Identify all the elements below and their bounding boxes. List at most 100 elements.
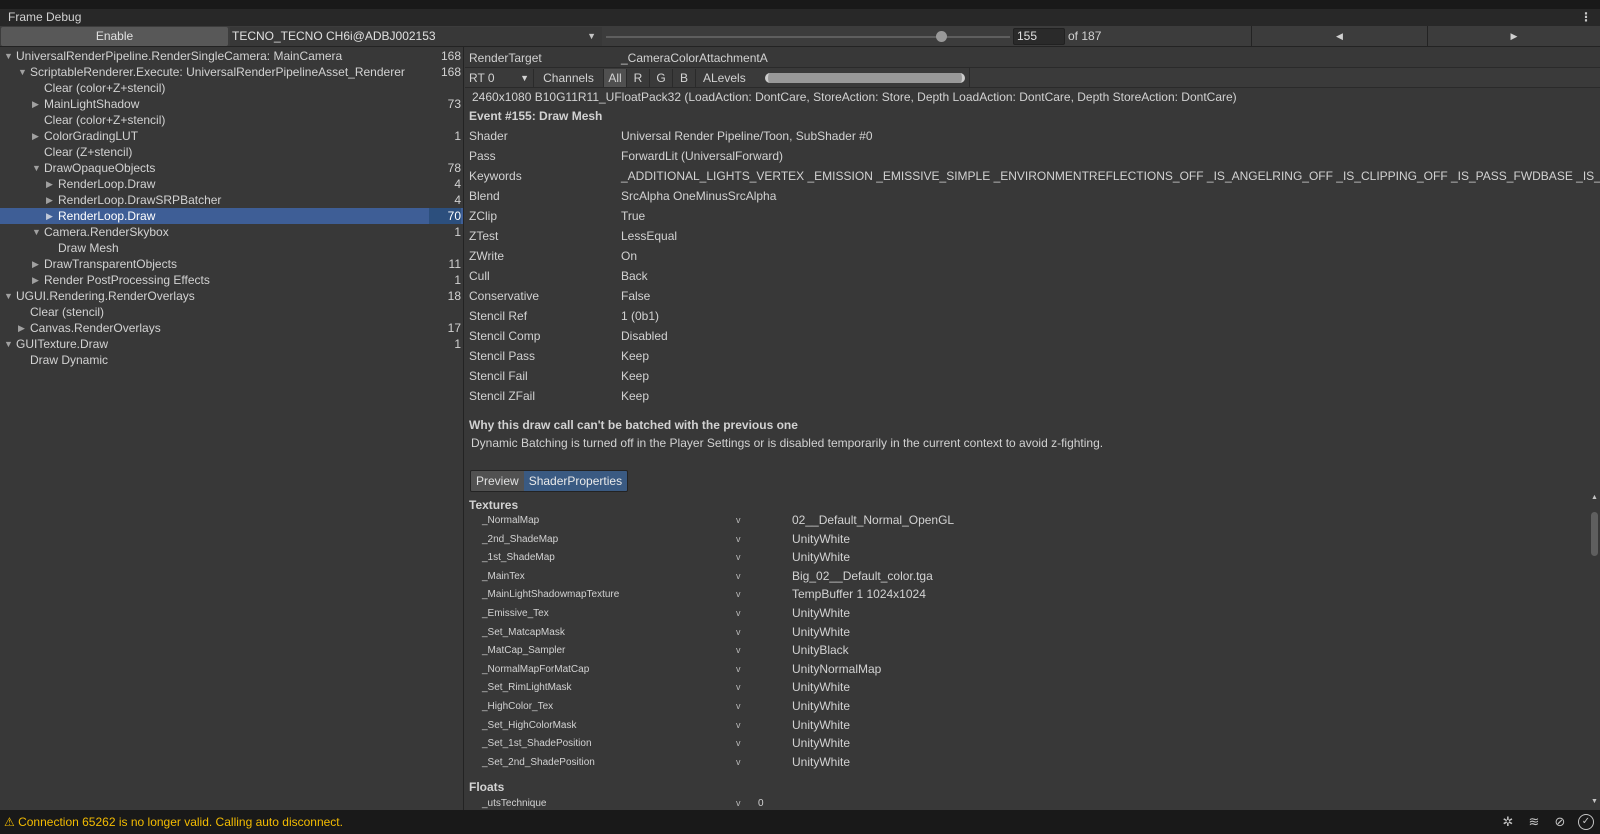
texture-value[interactable]: UnityNormalMap — [792, 660, 881, 679]
tree-row[interactable]: Draw Dynamic — [0, 352, 463, 368]
tree-row[interactable]: ▶ ColorGradingLUT 1 — [0, 128, 463, 144]
texture-row: _MainTex v Big_02__Default_color.tga — [465, 567, 1565, 586]
tab-shaderproperties[interactable]: ShaderProperties — [523, 471, 628, 491]
channel-button-b[interactable]: B — [672, 69, 695, 87]
texture-value[interactable]: UnityWhite — [792, 753, 850, 772]
tab-preview[interactable]: Preview — [471, 471, 524, 491]
kebab-icon[interactable]: ⋮ — [1580, 9, 1592, 26]
texture-row: _1st_ShadeMap v UnityWhite — [465, 548, 1565, 567]
tree-row-label: RenderLoop.Draw — [58, 209, 156, 223]
texture-value[interactable]: UnityWhite — [792, 530, 850, 549]
texture-stage: v — [736, 589, 741, 600]
texture-value[interactable]: UnityWhite — [792, 548, 850, 567]
tree-row[interactable]: ▶ MainLightShadow 73 — [0, 96, 463, 112]
collapse-arrow-icon[interactable]: ▶ — [32, 128, 39, 144]
property-row: Stencil Comp Disabled — [469, 326, 668, 346]
tree-row[interactable]: ▼ ScriptableRenderer.Execute: UniversalRe… — [0, 64, 463, 80]
texture-value[interactable]: UnityWhite — [792, 734, 850, 753]
properties-scrollbar[interactable]: ▲ ▼ — [1589, 494, 1600, 810]
event-slider-thumb[interactable] — [935, 31, 947, 42]
texture-value[interactable]: UnityWhite — [792, 716, 850, 735]
tree-row-label: ColorGradingLUT — [44, 129, 139, 143]
channel-button-r[interactable]: R — [626, 69, 649, 87]
tree-row[interactable]: Clear (color+Z+stencil) — [0, 80, 463, 96]
event-slider[interactable] — [606, 36, 1010, 38]
collapse-arrow-icon[interactable]: ▶ — [46, 208, 53, 224]
render-target-value[interactable]: _CameraColorAttachmentA — [621, 48, 768, 68]
property-value: Keep — [621, 349, 650, 363]
expand-arrow-icon[interactable]: ▼ — [32, 224, 41, 240]
texture-value[interactable]: UnityWhite — [792, 678, 850, 697]
channel-button-g[interactable]: G — [649, 69, 672, 87]
collapse-arrow-icon[interactable]: ▶ — [46, 176, 53, 192]
enable-button[interactable]: Enable — [1, 27, 228, 46]
tree-row[interactable]: ▼ UniversalRenderPipeline.RenderSingleCam… — [0, 48, 463, 64]
tree-row[interactable]: Draw Mesh — [0, 240, 463, 256]
tree-row[interactable]: Clear (color+Z+stencil) — [0, 112, 463, 128]
texture-value[interactable]: TempBuffer 1 1024x1024 — [792, 585, 926, 604]
expand-arrow-icon[interactable]: ▼ — [4, 336, 13, 352]
tree-row-label: Canvas.RenderOverlays — [30, 321, 161, 335]
debug-off-icon[interactable]: ✲ — [1500, 814, 1516, 830]
previous-event-button[interactable]: ◀ — [1251, 26, 1427, 47]
top-strip — [0, 0, 1600, 9]
tree-row-label: DrawOpaqueObjects — [44, 161, 156, 175]
scrollbar-thumb[interactable] — [1591, 512, 1598, 556]
rt-select[interactable]: RT 0 ▼ — [465, 69, 533, 87]
texture-stage: v — [736, 533, 741, 544]
tree-row[interactable]: ▼ UGUI.Rendering.RenderOverlays 18 — [0, 288, 463, 304]
tree-row[interactable]: ▶ Canvas.RenderOverlays 17 — [0, 320, 463, 336]
network-off-icon[interactable]: ⊘ — [1552, 814, 1568, 830]
tree-row-label: Draw Dynamic — [30, 353, 109, 367]
tree-row[interactable]: ▼ DrawOpaqueObjects 78 — [0, 160, 463, 176]
tree-row-label: UniversalRenderPipeline.RenderSingleCame… — [16, 49, 343, 63]
texture-name: _Set_HighColorMask — [482, 719, 577, 731]
tree-row[interactable]: Clear (stencil) — [0, 304, 463, 320]
texture-value[interactable]: UnityWhite — [792, 604, 850, 623]
tree-row[interactable]: ▶ Render PostProcessing Effects 1 — [0, 272, 463, 288]
render-target-label: RenderTarget — [469, 51, 542, 65]
property-value: _ADDITIONAL_LIGHTS_VERTEX _EMISSION _EMI… — [621, 169, 1600, 183]
next-event-button[interactable]: ▶ — [1427, 26, 1600, 47]
event-index-input[interactable]: 155 — [1013, 28, 1065, 45]
collapse-arrow-icon[interactable]: ▶ — [32, 256, 39, 272]
texture-value[interactable]: UnityBlack — [792, 641, 849, 660]
expand-arrow-icon[interactable]: ▼ — [18, 64, 27, 80]
expand-arrow-icon[interactable]: ▼ — [4, 48, 13, 64]
check-circle-icon[interactable]: ✓ — [1578, 814, 1594, 830]
channel-button-all[interactable]: All — [603, 69, 626, 87]
window-title: Frame Debug — [0, 9, 1600, 26]
expand-arrow-icon[interactable]: ▼ — [4, 288, 13, 304]
tree-row[interactable]: ▼ Camera.RenderSkybox 1 — [0, 224, 463, 240]
tree-row[interactable]: Clear (Z+stencil) — [0, 144, 463, 160]
texture-value[interactable]: 02__Default_Normal_OpenGL — [792, 511, 954, 530]
tree-row-label: RenderLoop.Draw — [58, 177, 156, 191]
tree-row[interactable]: ▶ RenderLoop.DrawSRPBatcher 4 — [0, 192, 463, 208]
database-off-icon[interactable]: ≋ — [1526, 814, 1542, 830]
device-dropdown[interactable]: TECNO_TECNO CH6i@ADBJ002153 ▼ — [230, 27, 602, 46]
texture-value[interactable]: UnityWhite — [792, 697, 850, 716]
texture-value[interactable]: UnityWhite — [792, 623, 850, 642]
property-label: ZTest — [469, 229, 499, 243]
collapse-arrow-icon[interactable]: ▶ — [46, 192, 53, 208]
tree-row-count: 11 — [448, 257, 461, 271]
levels-slider[interactable] — [765, 73, 965, 83]
tree-row[interactable]: ▶ RenderLoop.Draw 4 — [0, 176, 463, 192]
expand-arrow-icon[interactable]: ▼ — [32, 160, 41, 176]
tree-row[interactable]: ▶ RenderLoop.Draw 70 — [0, 208, 463, 224]
texture-name: _2nd_ShadeMap — [482, 533, 559, 545]
property-value: Keep — [621, 369, 650, 383]
collapse-arrow-icon[interactable]: ▶ — [18, 320, 25, 336]
texture-value[interactable]: Big_02__Default_color.tga — [792, 567, 933, 586]
texture-row: _Set_HighColorMask v UnityWhite — [465, 716, 1565, 735]
collapse-arrow-icon[interactable]: ▶ — [32, 96, 39, 112]
texture-name: _HighColor_Tex — [482, 701, 554, 712]
tree-row[interactable]: ▶ DrawTransparentObjects 11 — [0, 256, 463, 272]
scroll-down-icon[interactable]: ▼ — [1591, 798, 1598, 805]
property-value: Back — [621, 269, 648, 283]
texture-name: _1st_ShadeMap — [482, 552, 555, 564]
tree-row[interactable]: ▼ GUITexture.Draw 1 — [0, 336, 463, 352]
texture-row: _Set_1st_ShadePosition v UnityWhite — [465, 734, 1565, 753]
collapse-arrow-icon[interactable]: ▶ — [32, 272, 39, 288]
scroll-up-icon[interactable]: ▲ — [1591, 494, 1598, 501]
